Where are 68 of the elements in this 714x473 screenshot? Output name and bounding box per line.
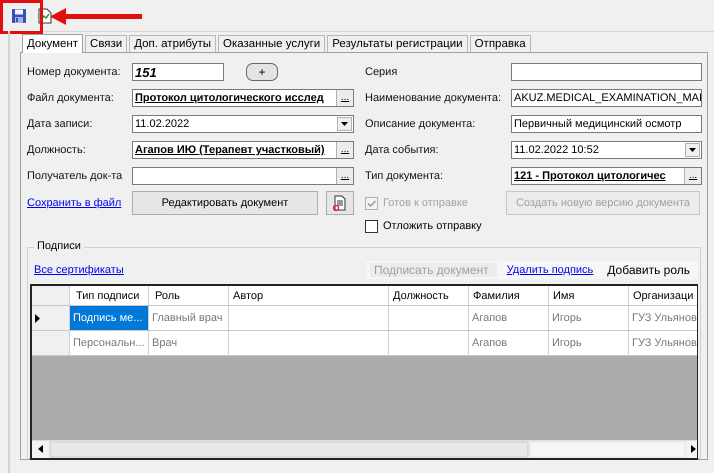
- column-header[interactable]: Должность: [389, 286, 469, 305]
- edit-document-button[interactable]: Редактировать документ: [132, 191, 318, 215]
- date-field[interactable]: 11.02.2022 10:52: [511, 141, 702, 159]
- lookup-field[interactable]: ...: [132, 167, 354, 185]
- text-field[interactable]: AKUZ.MEDICAL_EXAMINATION_MAI: [511, 89, 702, 107]
- table-cell: Игорь: [549, 331, 629, 355]
- horizontal-scrollbar[interactable]: [38, 442, 696, 458]
- check-icon: [366, 198, 376, 208]
- number-field[interactable]: 151: [132, 63, 224, 81]
- column-header[interactable]: Роль: [149, 286, 229, 305]
- delete-signature-link[interactable]: Удалить подпись: [506, 264, 594, 276]
- table-row[interactable]: Подпись ме... Главный врач Агапов Игорь ГУЗ Ульянов: [32, 306, 697, 331]
- field-label: Описание документа:: [365, 118, 476, 130]
- document-icon: [332, 195, 348, 211]
- tab[interactable]: Документ: [22, 34, 84, 53]
- column-header[interactable]: Фамилия: [469, 286, 549, 305]
- lookup-field[interactable]: 121 - Протокол цитологичес ...: [511, 167, 702, 185]
- field-label: Наименование документа:: [365, 92, 502, 104]
- caret-icon: [341, 122, 348, 126]
- field-label: Тип документа:: [365, 170, 444, 182]
- column-header[interactable]: Организаци: [629, 286, 697, 305]
- browse-button[interactable]: ...: [684, 168, 701, 184]
- dropdown-button[interactable]: [685, 143, 700, 157]
- field-label: Номер документа:: [27, 66, 122, 78]
- field-label: Дата записи:: [27, 118, 94, 130]
- browse-button[interactable]: ...: [336, 90, 353, 106]
- text-field[interactable]: Первичный медицинский осмотр: [511, 115, 702, 133]
- table-cell: ГУЗ Ульянов: [629, 331, 697, 355]
- highlight-frame: [0, 0, 43, 34]
- field-label: Серия: [365, 66, 398, 78]
- table-cell: Главный врач: [149, 306, 229, 330]
- field-label: Файл документа:: [27, 92, 115, 104]
- text-field[interactable]: [511, 63, 702, 81]
- all-certificates-link[interactable]: Все сертификаты: [34, 264, 124, 276]
- caret-icon: [689, 148, 696, 152]
- field-label: Должность:: [27, 144, 87, 156]
- table-cell: ГУЗ Ульянов: [629, 306, 697, 330]
- table-cell: Игорь: [549, 306, 629, 330]
- action-button[interactable]: Добавить роль: [603, 263, 698, 277]
- group-title: Подписи: [34, 240, 84, 252]
- column-header[interactable]: Автор: [229, 286, 389, 305]
- add-button[interactable]: +: [246, 63, 278, 81]
- table-cell: Персональн...: [70, 331, 149, 355]
- table-row[interactable]: Персональн... Врач Агапов Игорь ГУЗ Ульянов: [32, 331, 697, 356]
- table-cell: Агапов: [469, 306, 549, 330]
- save-to-file-link[interactable]: Сохранить в файл: [27, 197, 132, 209]
- tab[interactable]: Отправка: [470, 35, 531, 52]
- tab[interactable]: Оказанные услуги: [218, 35, 326, 52]
- dropdown-button[interactable]: [337, 117, 352, 131]
- column-header[interactable]: Тип подписи: [70, 286, 149, 305]
- lookup-field[interactable]: Агапов ИЮ (Терапевт участковый) ...: [132, 141, 354, 159]
- table-cell: Врач: [149, 331, 229, 355]
- browse-button[interactable]: ...: [336, 168, 353, 184]
- column-header[interactable]: Имя: [549, 286, 629, 305]
- current-row-icon: [35, 314, 40, 322]
- table-cell: Агапов: [469, 331, 549, 355]
- table-cell: Подпись ме...: [70, 306, 149, 330]
- tab[interactable]: Доп. атрибуты: [129, 35, 216, 52]
- date-field[interactable]: 11.02.2022: [132, 115, 354, 133]
- browse-button[interactable]: ...: [336, 142, 353, 158]
- row-header: [32, 331, 70, 355]
- checkbox[interactable]: Отложить отправку: [365, 220, 482, 232]
- lookup-field[interactable]: Протокол цитологического исслед ...: [132, 89, 354, 107]
- field-label: Получатель док-та: [27, 170, 124, 182]
- tab[interactable]: Связи: [85, 35, 128, 52]
- tab[interactable]: Результаты регистрации: [327, 35, 468, 52]
- signature-file-button[interactable]: [326, 191, 354, 215]
- field-label: Дата события:: [365, 144, 440, 156]
